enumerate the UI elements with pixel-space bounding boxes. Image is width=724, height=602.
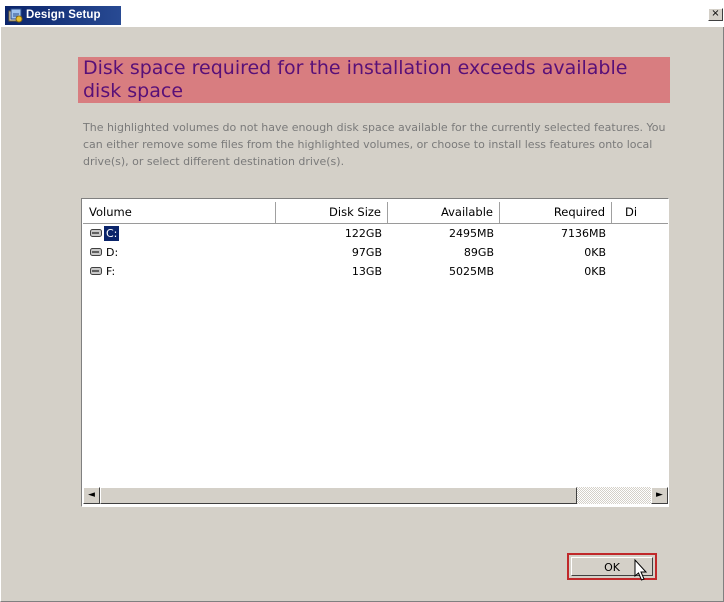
- column-header-disk-size[interactable]: Disk Size: [276, 202, 388, 223]
- column-header-volume[interactable]: Volume: [83, 202, 276, 223]
- drive-icon: [90, 267, 102, 275]
- disk-size-value: 13GB: [351, 265, 382, 278]
- drive-icon: [90, 229, 102, 237]
- setup-dialog-window: Design Setup × Disk space required for t…: [0, 0, 724, 602]
- title-bar[interactable]: Design Setup ×: [1, 0, 724, 27]
- scroll-left-button[interactable]: ◄: [83, 487, 100, 504]
- window-title: Design Setup: [26, 9, 101, 21]
- right-arrow-icon: ►: [656, 490, 663, 500]
- required-value: 0KB: [584, 265, 606, 278]
- volume-name: D:: [106, 246, 119, 259]
- scrollbar-track[interactable]: [577, 487, 651, 504]
- error-description: The highlighted volumes do not have enou…: [83, 121, 666, 168]
- disk-size-value: 97GB: [351, 246, 382, 259]
- required-value: 0KB: [584, 246, 606, 259]
- error-heading: Disk space required for the installation…: [78, 57, 670, 103]
- volume-list[interactable]: Volume Disk Size Available Required Di C…: [81, 198, 669, 507]
- volume-list-header: Volume Disk Size Available Required Di: [83, 202, 668, 224]
- required-value: 7136MB: [560, 227, 606, 240]
- available-value: 5025MB: [448, 265, 494, 278]
- volume-name: C:: [104, 226, 120, 241]
- table-row-f[interactable]: F: 13GB 5025MB 0KB: [83, 262, 668, 281]
- table-row-c[interactable]: C: 122GB 2495MB 7136MB: [83, 224, 668, 243]
- disk-size-value: 122GB: [344, 227, 382, 240]
- volume-name: F:: [106, 265, 116, 278]
- setup-app-icon: [8, 8, 23, 23]
- drive-icon: [90, 248, 102, 256]
- close-icon: ×: [711, 8, 720, 19]
- available-value: 89GB: [463, 246, 494, 259]
- available-value: 2495MB: [448, 227, 494, 240]
- mouse-pointer-icon: [634, 558, 648, 581]
- column-header-available[interactable]: Available: [388, 202, 500, 223]
- left-arrow-icon: ◄: [88, 490, 95, 500]
- column-header-required[interactable]: Required: [500, 202, 612, 223]
- scroll-right-button[interactable]: ►: [651, 487, 668, 504]
- scrollbar-thumb[interactable]: [100, 487, 577, 504]
- table-row-d[interactable]: D: 97GB 89GB 0KB: [83, 243, 668, 262]
- horizontal-scrollbar[interactable]: ◄ ►: [83, 487, 668, 504]
- close-button[interactable]: ×: [708, 8, 723, 21]
- title-bar-caption[interactable]: Design Setup: [5, 6, 121, 25]
- column-header-overflow[interactable]: Di: [612, 202, 668, 223]
